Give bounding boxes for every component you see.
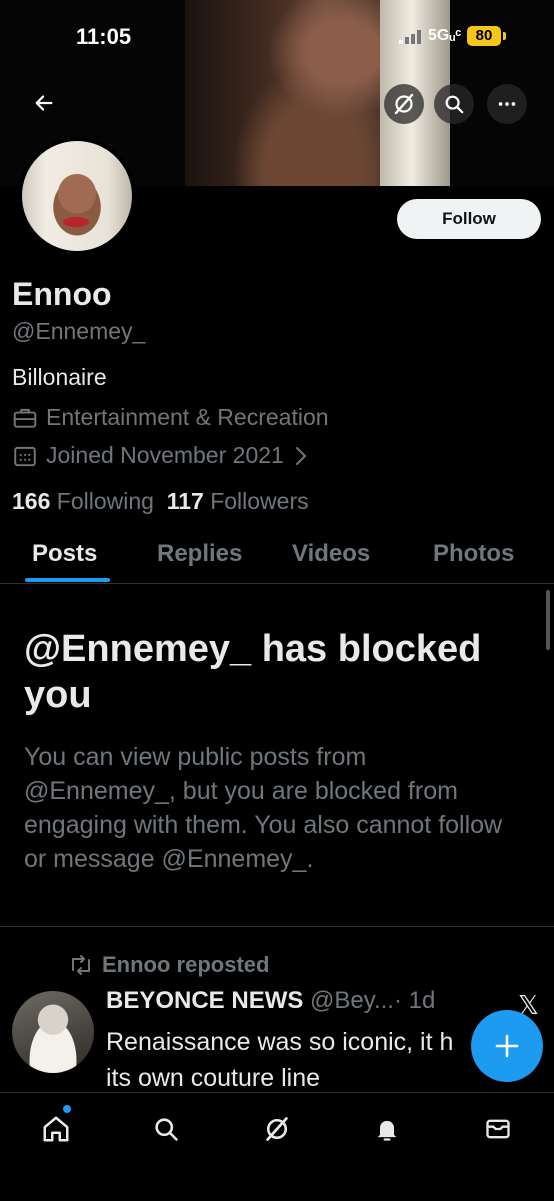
blocked-title: @Ennemey_ has blocked you — [24, 628, 482, 716]
tab-posts[interactable]: Posts — [32, 540, 97, 568]
following-label: Following — [56, 488, 154, 514]
nav-messages[interactable] — [480, 1111, 516, 1147]
nav-notifications[interactable] — [369, 1111, 405, 1147]
search-icon — [445, 95, 464, 114]
post-author-avatar[interactable] — [12, 991, 94, 1073]
battery-tip — [503, 32, 506, 40]
bottom-nav — [0, 1092, 554, 1201]
divider — [0, 926, 554, 927]
back-button[interactable] — [24, 83, 64, 123]
nav-grok[interactable] — [259, 1111, 295, 1147]
network-indicator: 5Gᵤᶜ — [428, 27, 462, 44]
follow-button[interactable]: Follow — [397, 199, 541, 239]
follow-counts: 166 Following 117 Followers — [12, 488, 309, 515]
grok-icon — [266, 1117, 288, 1141]
nav-search[interactable] — [148, 1111, 184, 1147]
search-icon — [155, 1118, 178, 1141]
more-icon — [498, 102, 516, 106]
followers-link[interactable]: 117 Followers — [167, 488, 309, 514]
post-author-name: BEYONCE NEWS — [106, 987, 304, 1014]
profile-joined[interactable]: Joined November 2021 — [12, 442, 310, 469]
chevron-right-icon — [295, 446, 307, 465]
post-text[interactable]: Renaissance was so iconic, it h its own … — [106, 1024, 474, 1096]
followers-count: 117 — [166, 488, 204, 514]
search-button[interactable] — [434, 84, 474, 124]
followers-label: Followers — [210, 488, 309, 514]
avatar-detail — [63, 217, 89, 227]
category-text: Entertainment & Recreation — [46, 404, 329, 430]
briefcase-icon — [13, 408, 37, 428]
plus-icon — [495, 1034, 519, 1058]
profile-name: Ennoo — [12, 276, 112, 312]
post-author-handle: @Bey... — [310, 987, 394, 1014]
following-count: 166 — [12, 488, 51, 514]
profile-bio: Billonaire — [12, 364, 107, 390]
avatar[interactable] — [18, 137, 136, 255]
profile-tabs: Posts Replies Videos Photos — [0, 530, 554, 584]
active-tab-indicator — [25, 578, 110, 582]
profile-handle: @Ennemey_ — [12, 318, 146, 344]
grok-icon — [394, 93, 414, 115]
profile-category: Entertainment & Recreation — [12, 404, 329, 431]
back-arrow-icon — [35, 95, 53, 111]
post-header[interactable]: BEYONCE NEWS @Bey...· 1d — [106, 987, 435, 1015]
messages-icon — [486, 1119, 510, 1139]
home-icon — [43, 1116, 69, 1142]
home-notification-dot — [63, 1105, 71, 1113]
scrollbar[interactable] — [546, 590, 550, 650]
signal-icon — [399, 30, 421, 44]
grok-button[interactable] — [384, 84, 424, 124]
battery-indicator: 80 — [467, 26, 501, 46]
blocked-body: You can view public posts from @Ennemey_… — [24, 743, 503, 873]
joined-text: Joined November 2021 — [46, 442, 284, 468]
repost-icon — [72, 955, 90, 975]
nav-home[interactable] — [38, 1111, 74, 1147]
tab-videos[interactable]: Videos — [292, 540, 370, 568]
tab-replies[interactable]: Replies — [157, 540, 242, 568]
more-button[interactable] — [487, 84, 527, 124]
tab-photos[interactable]: Photos — [433, 540, 514, 568]
calendar-icon — [14, 446, 36, 466]
following-link[interactable]: 166 Following — [12, 488, 154, 514]
status-time: 11:05 — [76, 24, 132, 49]
compose-button[interactable] — [471, 1010, 543, 1082]
repost-label: Ennoo reposted — [102, 952, 270, 977]
repost-indicator: Ennoo reposted — [68, 952, 269, 978]
post-age: · 1d — [393, 987, 436, 1014]
notifications-icon — [377, 1120, 397, 1141]
